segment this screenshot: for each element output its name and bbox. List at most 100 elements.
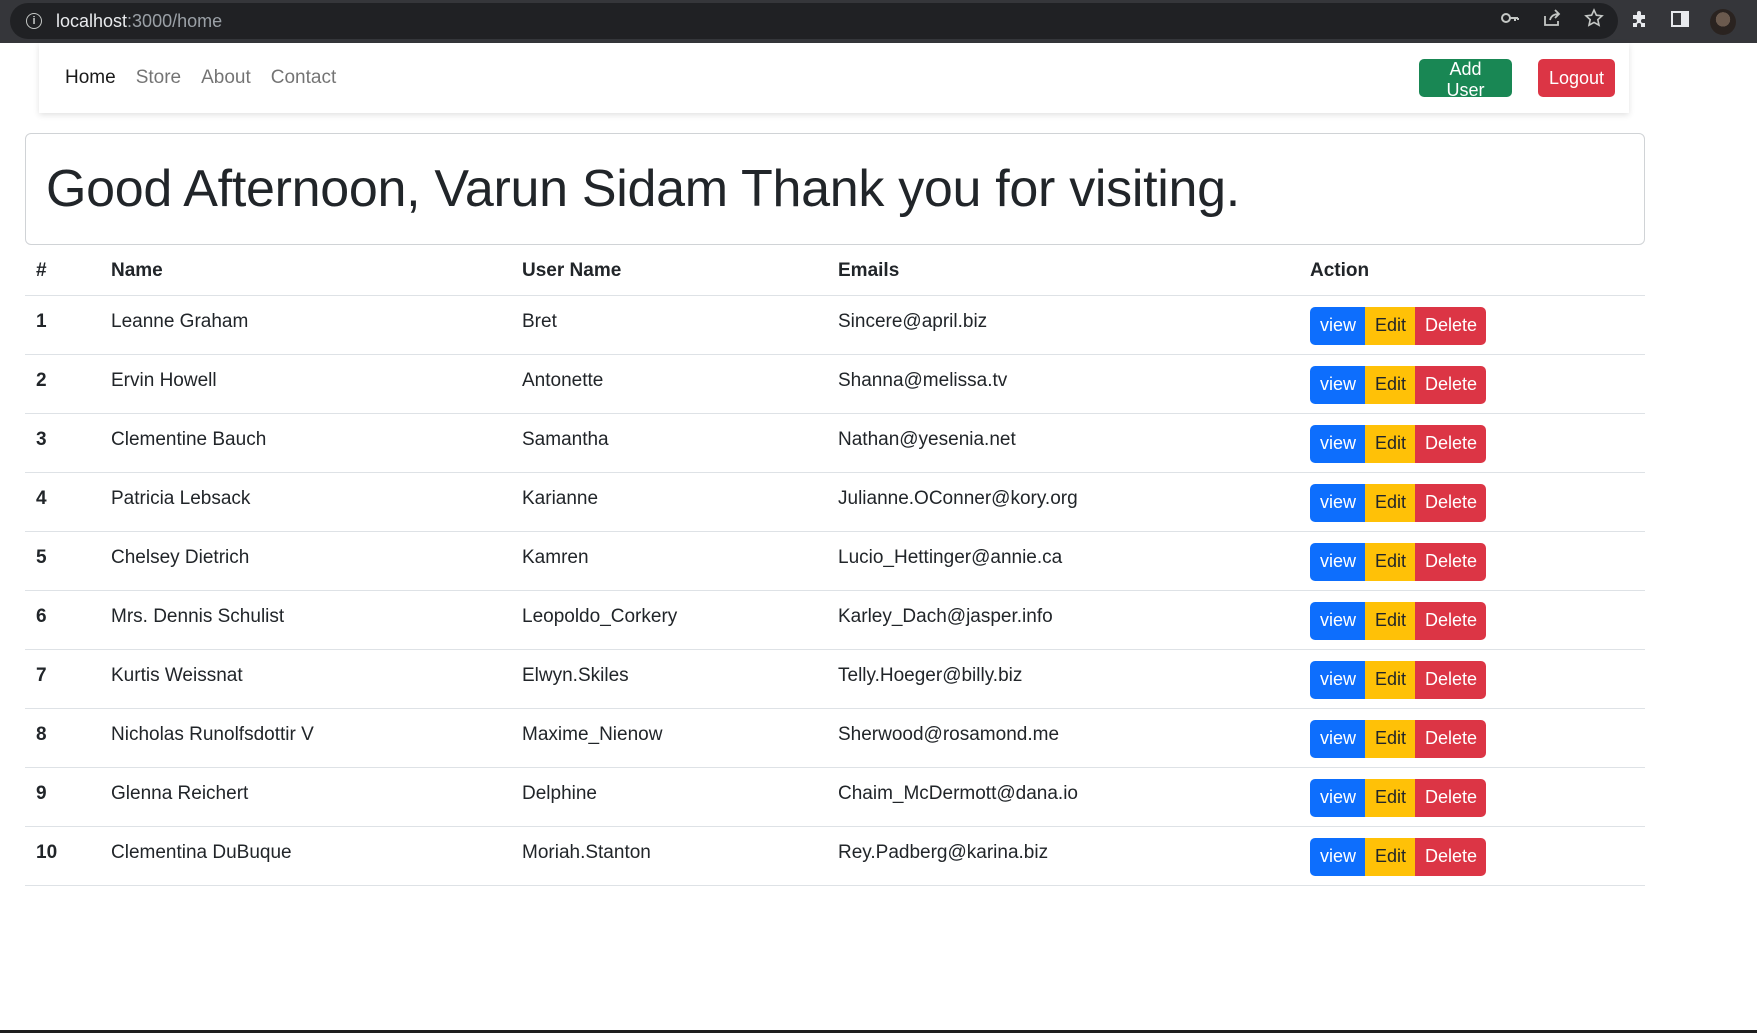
action-button-group: view Edit Delete <box>1310 837 1645 876</box>
view-button[interactable]: view <box>1310 306 1365 345</box>
nav-links: Home Store About Contact <box>65 67 336 89</box>
row-index: 7 <box>25 649 111 709</box>
edit-button[interactable]: Edit <box>1365 483 1415 522</box>
table-row: 4 Patricia Lebsack Karianne Julianne.OConne… <box>25 472 1645 532</box>
address-bar[interactable]: i localhost:3000/home <box>10 3 1618 39</box>
nav-link-store[interactable]: Store <box>136 67 181 89</box>
action-button-group: view Edit Delete <box>1310 719 1645 758</box>
row-name: Kurtis Weissnat <box>111 649 522 709</box>
users-table: # Name User Name Emails Action 1 Leanne G… <box>25 248 1645 886</box>
edit-button[interactable]: Edit <box>1365 837 1415 876</box>
row-email: Karley_Dach@jasper.info <box>838 590 1310 650</box>
browser-toolbar: i localhost:3000/home <box>0 0 1757 43</box>
sidepanel-icon[interactable] <box>1670 9 1690 35</box>
row-actions: view Edit Delete <box>1310 354 1645 414</box>
header-emails: Emails <box>838 248 1310 296</box>
row-username: Antonette <box>522 354 838 414</box>
row-actions: view Edit Delete <box>1310 708 1645 768</box>
row-email: Shanna@melissa.tv <box>838 354 1310 414</box>
row-email: Sincere@april.biz <box>838 295 1310 355</box>
header-username: User Name <box>522 248 838 296</box>
view-button[interactable]: view <box>1310 837 1365 876</box>
row-name: Chelsey Dietrich <box>111 531 522 591</box>
row-username: Karianne <box>522 472 838 532</box>
header-name: Name <box>111 248 522 296</box>
edit-button[interactable]: Edit <box>1365 365 1415 404</box>
view-button[interactable]: view <box>1310 424 1365 463</box>
edit-button[interactable]: Edit <box>1365 778 1415 817</box>
view-button[interactable]: view <box>1310 719 1365 758</box>
delete-button[interactable]: Delete <box>1415 365 1486 404</box>
row-email: Nathan@yesenia.net <box>838 413 1310 473</box>
extensions-icon[interactable] <box>1630 9 1650 35</box>
delete-button[interactable]: Delete <box>1415 719 1486 758</box>
delete-button[interactable]: Delete <box>1415 483 1486 522</box>
row-username: Leopoldo_Corkery <box>522 590 838 650</box>
row-name: Nicholas Runolfsdottir V <box>111 708 522 768</box>
nav-link-about[interactable]: About <box>201 67 251 89</box>
row-name: Leanne Graham <box>111 295 522 355</box>
row-actions: view Edit Delete <box>1310 826 1645 886</box>
view-button[interactable]: view <box>1310 778 1365 817</box>
nav-link-home[interactable]: Home <box>65 67 116 89</box>
delete-button[interactable]: Delete <box>1415 778 1486 817</box>
action-button-group: view Edit Delete <box>1310 542 1645 581</box>
row-index: 1 <box>25 295 111 355</box>
action-button-group: view Edit Delete <box>1310 483 1645 522</box>
row-index: 4 <box>25 472 111 532</box>
table-row: 9 Glenna Reichert Delphine Chaim_McDermott@… <box>25 767 1645 827</box>
delete-button[interactable]: Delete <box>1415 660 1486 699</box>
action-button-group: view Edit Delete <box>1310 365 1645 404</box>
delete-button[interactable]: Delete <box>1415 306 1486 345</box>
greeting-card: Good Afternoon, Varun Sidam Thank you fo… <box>25 133 1645 245</box>
delete-button[interactable]: Delete <box>1415 424 1486 463</box>
row-actions: view Edit Delete <box>1310 295 1645 355</box>
avatar[interactable] <box>1710 8 1736 35</box>
table-header-row: # Name User Name Emails Action <box>25 248 1645 296</box>
add-user-button[interactable]: Add User <box>1419 59 1512 100</box>
edit-button[interactable]: Edit <box>1365 719 1415 758</box>
table-row: 10 Clementina DuBuque Moriah.Stanton Rey.Pa… <box>25 826 1645 886</box>
edit-button[interactable]: Edit <box>1365 601 1415 640</box>
action-button-group: view Edit Delete <box>1310 601 1645 640</box>
nav-link-contact[interactable]: Contact <box>271 67 336 89</box>
edit-button[interactable]: Edit <box>1365 306 1415 345</box>
view-button[interactable]: view <box>1310 660 1365 699</box>
delete-button[interactable]: Delete <box>1415 601 1486 640</box>
table-row: 2 Ervin Howell Antonette Shanna@melissa.tv v… <box>25 354 1645 414</box>
url-host: localhost <box>56 10 128 31</box>
row-email: Sherwood@rosamond.me <box>838 708 1310 768</box>
header-action: Action <box>1310 248 1645 296</box>
row-index: 2 <box>25 354 111 414</box>
view-button[interactable]: view <box>1310 365 1365 404</box>
row-index: 6 <box>25 590 111 650</box>
info-icon[interactable]: i <box>26 13 42 29</box>
logout-button[interactable]: Logout <box>1538 59 1615 97</box>
delete-button[interactable]: Delete <box>1415 837 1486 876</box>
share-icon[interactable] <box>1542 8 1562 34</box>
edit-button[interactable]: Edit <box>1365 660 1415 699</box>
navbar: Home Store About Contact Add User Logout <box>39 43 1629 113</box>
view-button[interactable]: view <box>1310 483 1365 522</box>
star-icon[interactable] <box>1584 8 1604 34</box>
row-username: Delphine <box>522 767 838 827</box>
table-row: 3 Clementine Bauch Samantha Nathan@yesenia.… <box>25 413 1645 473</box>
row-username: Kamren <box>522 531 838 591</box>
row-email: Lucio_Hettinger@annie.ca <box>838 531 1310 591</box>
table-row: 7 Kurtis Weissnat Elwyn.Skiles Telly.Hoeger… <box>25 649 1645 709</box>
edit-button[interactable]: Edit <box>1365 542 1415 581</box>
view-button[interactable]: view <box>1310 542 1365 581</box>
row-username: Moriah.Stanton <box>522 826 838 886</box>
edit-button[interactable]: Edit <box>1365 424 1415 463</box>
row-actions: view Edit Delete <box>1310 590 1645 650</box>
view-button[interactable]: view <box>1310 601 1365 640</box>
row-username: Elwyn.Skiles <box>522 649 838 709</box>
row-email: Rey.Padberg@karina.biz <box>838 826 1310 886</box>
row-username: Bret <box>522 295 838 355</box>
delete-button[interactable]: Delete <box>1415 542 1486 581</box>
row-name: Clementina DuBuque <box>111 826 522 886</box>
row-index: 5 <box>25 531 111 591</box>
row-index: 8 <box>25 708 111 768</box>
key-icon[interactable] <box>1500 8 1520 34</box>
row-actions: view Edit Delete <box>1310 767 1645 827</box>
